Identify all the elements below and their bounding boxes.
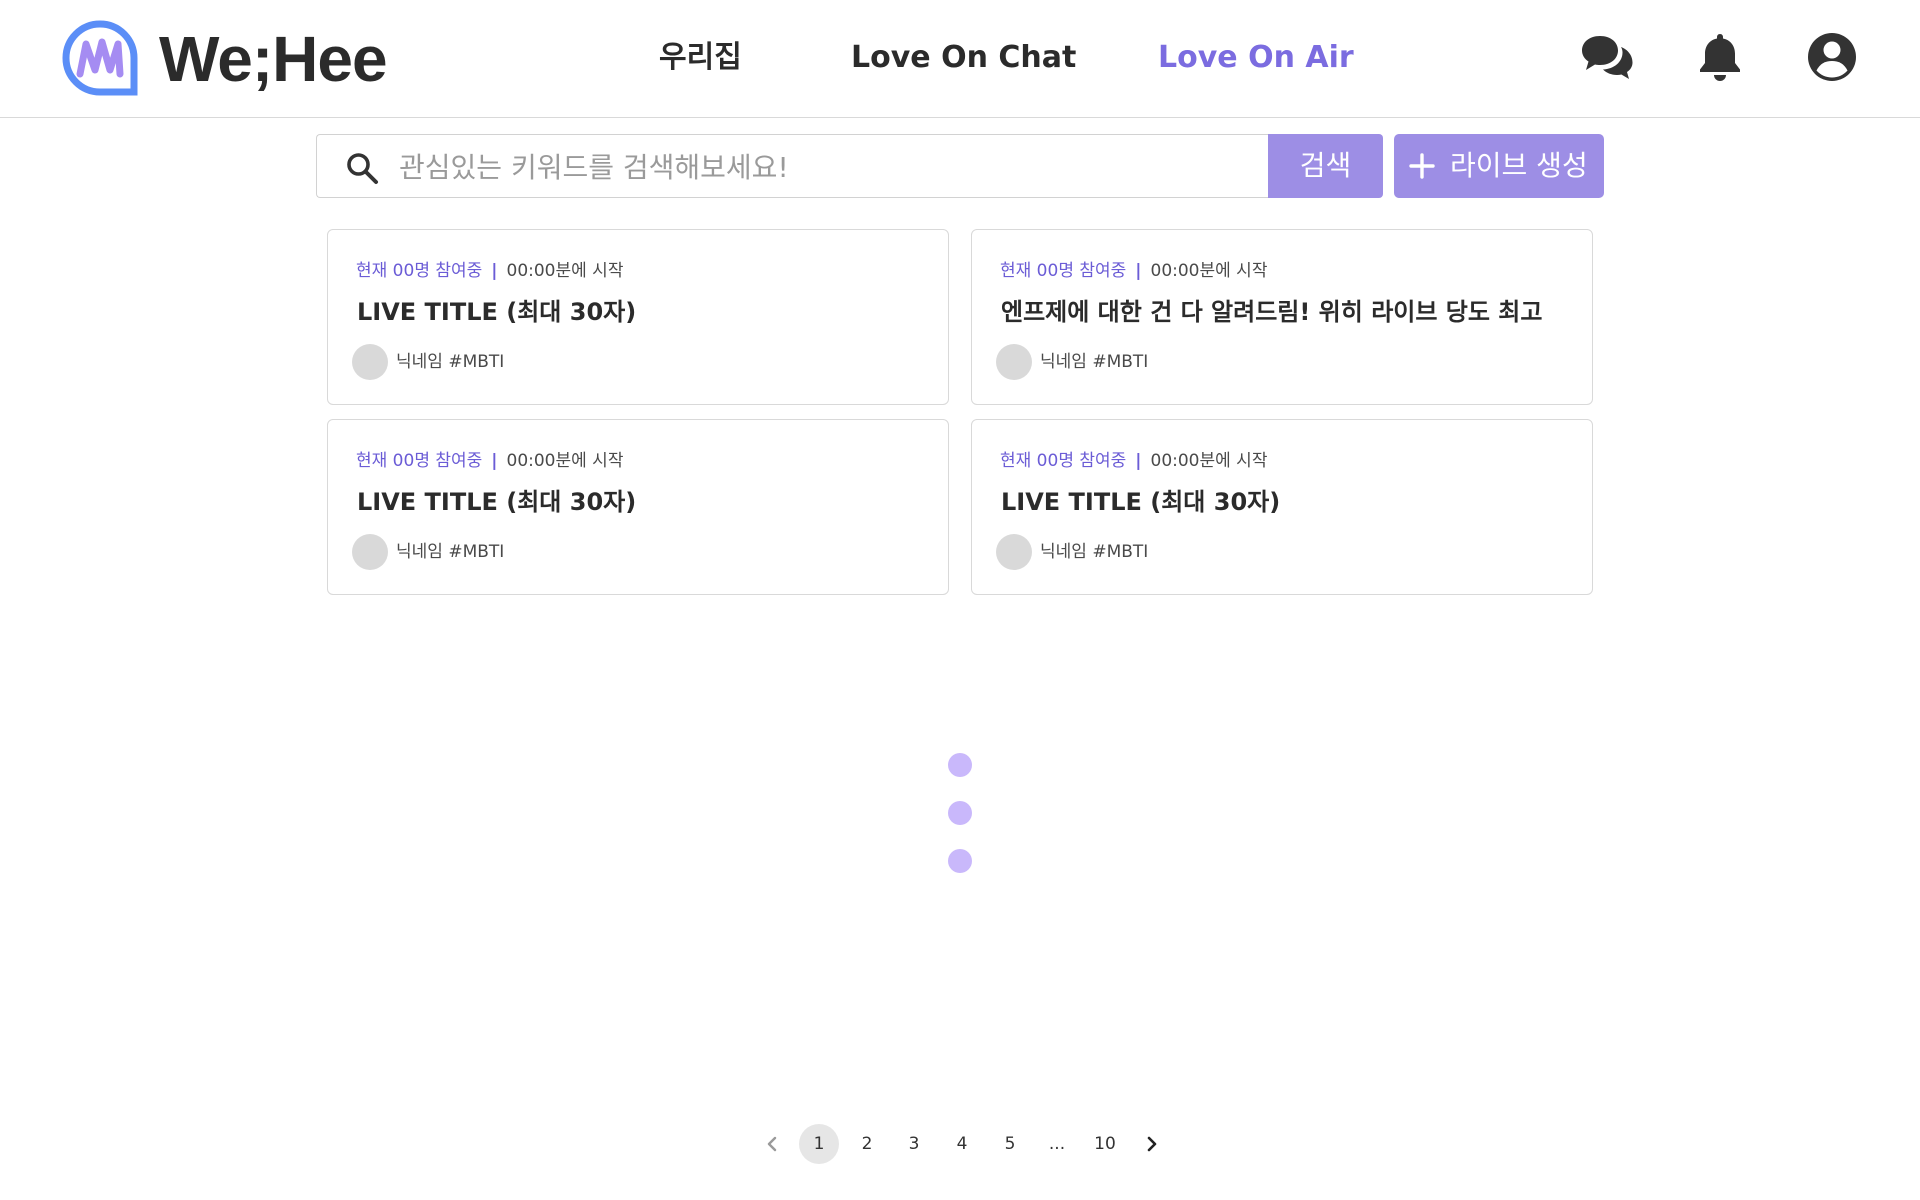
page-number[interactable]: 10 (1085, 1124, 1125, 1164)
author-name: 닉네임 #MBTI (1040, 352, 1149, 372)
start-time: 00:00분에 시작 (1150, 261, 1268, 281)
loading-dot (948, 801, 972, 825)
search-icon (347, 153, 378, 184)
live-card[interactable]: 현재 00명 참여중 | 00:00분에 시작 LIVE TITLE (최대 30자… (971, 419, 1593, 595)
live-card-meta: 현재 00명 참여중 | 00:00분에 시작 (1000, 260, 1267, 282)
search-bar (316, 134, 1268, 198)
author-name: 닉네임 #MBTI (396, 542, 505, 562)
nav-item-love-on-air[interactable]: Love On Air (1158, 38, 1354, 78)
start-time: 00:00분에 시작 (506, 451, 624, 471)
chat-bubbles-icon[interactable] (1580, 30, 1634, 84)
loading-dot (948, 753, 972, 777)
participant-count: 현재 00명 참여중 (356, 451, 483, 471)
live-card[interactable]: 현재 00명 참여중 | 00:00분에 시작 LIVE TITLE (최대 30자… (327, 419, 949, 595)
live-title: LIVE TITLE (최대 30자) (357, 298, 637, 326)
nav-item-love-on-chat[interactable]: Love On Chat (851, 38, 1076, 78)
page-number[interactable]: 5 (990, 1124, 1030, 1164)
avatar (996, 344, 1032, 380)
meta-separator: | (1135, 261, 1142, 281)
search-button[interactable]: 검색 (1268, 134, 1383, 198)
live-title: LIVE TITLE (최대 30자) (1001, 488, 1281, 516)
start-time: 00:00분에 시작 (506, 261, 624, 281)
search-input[interactable] (399, 145, 1249, 189)
brand-name[interactable]: We;Hee (159, 27, 388, 91)
loading-dot (948, 849, 972, 873)
start-time: 00:00분에 시작 (1150, 451, 1268, 471)
participant-count: 현재 00명 참여중 (1000, 451, 1127, 471)
page-number[interactable]: 1 (799, 1124, 839, 1164)
live-title: LIVE TITLE (최대 30자) (357, 488, 637, 516)
nav-item-home[interactable]: 우리집 (659, 38, 742, 78)
participant-count: 현재 00명 참여중 (1000, 261, 1127, 281)
author-name: 닉네임 #MBTI (396, 352, 505, 372)
page-number[interactable]: 4 (942, 1124, 982, 1164)
chevron-right-icon[interactable] (1140, 1128, 1164, 1160)
page-number[interactable]: 2 (847, 1124, 887, 1164)
avatar (352, 344, 388, 380)
participant-count: 현재 00명 참여중 (356, 261, 483, 281)
live-card-meta: 현재 00명 참여중 | 00:00분에 시작 (1000, 450, 1267, 472)
chevron-left-icon[interactable] (760, 1128, 784, 1160)
meta-separator: | (491, 451, 498, 471)
create-live-label: 라이브 생성 (1450, 149, 1588, 182)
live-card[interactable]: 현재 00명 참여중 | 00:00분에 시작 엔프제에 대한 건 다 알려드림! … (971, 229, 1593, 405)
meta-separator: | (491, 261, 498, 281)
page-ellipsis: ... (1048, 1134, 1066, 1154)
plus-icon (1409, 153, 1435, 179)
live-card[interactable]: 현재 00명 참여중 | 00:00분에 시작 LIVE TITLE (최대 30자… (327, 229, 949, 405)
bell-icon[interactable] (1693, 30, 1747, 84)
live-title: 엔프제에 대한 건 다 알려드림! 위히 라이브 당도 최고 (1001, 298, 1543, 326)
wehee-logo-icon[interactable] (62, 20, 138, 96)
avatar (352, 534, 388, 570)
author-name: 닉네임 #MBTI (1040, 542, 1149, 562)
page-number[interactable]: 3 (894, 1124, 934, 1164)
create-live-button[interactable]: 라이브 생성 (1394, 134, 1604, 198)
meta-separator: | (1135, 451, 1142, 471)
avatar (996, 534, 1032, 570)
user-circle-icon[interactable] (1805, 30, 1859, 84)
top-header: We;Hee 우리집 Love On Chat Love On Air (0, 0, 1920, 118)
live-card-meta: 현재 00명 참여중 | 00:00분에 시작 (356, 260, 623, 282)
live-card-meta: 현재 00명 참여중 | 00:00분에 시작 (356, 450, 623, 472)
